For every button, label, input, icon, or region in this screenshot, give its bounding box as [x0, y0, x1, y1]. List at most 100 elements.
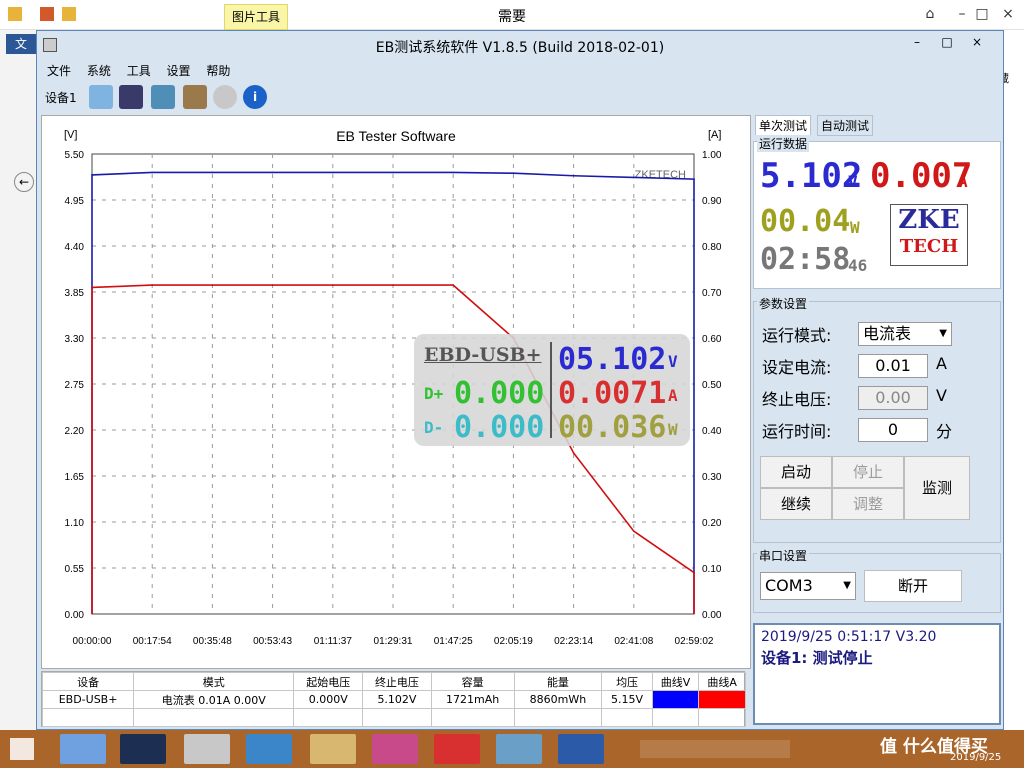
- taskbar-app-icon[interactable]: [496, 734, 542, 764]
- x-tick-label: 01:47:25: [434, 636, 473, 647]
- right-panel: 单次测试 自动测试 5.102 V 0.007 A 00.04 W 02:58 …: [753, 115, 1003, 725]
- col-curve-v: 曲线V: [651, 672, 700, 691]
- right-axis-unit: [A]: [708, 129, 721, 141]
- series-point-v: [452, 171, 455, 174]
- magnifier-icon[interactable]: [213, 85, 237, 109]
- col-capacity: 容量: [430, 672, 515, 691]
- stop-button[interactable]: 停止: [832, 456, 904, 488]
- y-right-tick-label: 0.40: [702, 426, 722, 437]
- y-left-tick-label: 4.95: [65, 196, 85, 207]
- set-current-unit: A: [936, 354, 947, 373]
- taskbar-app-icon[interactable]: [184, 734, 230, 764]
- cell-mode: 电流表 0.01A 0.00V: [133, 690, 295, 709]
- tab-single-test[interactable]: 单次测试: [755, 115, 812, 135]
- series-point-a: [452, 284, 455, 286]
- cell-avg-voltage: 5.15V: [601, 690, 653, 709]
- app-maximize-icon[interactable]: □: [933, 35, 961, 53]
- y-right-tick-label: 0.70: [702, 288, 722, 299]
- series-point-v: [512, 172, 515, 175]
- menu-help[interactable]: 帮助: [206, 61, 230, 81]
- table-row[interactable]: EBD-USB+ 电流表 0.01A 0.00V 0.000V 5.102V 1…: [41, 690, 746, 709]
- image-icon[interactable]: [151, 85, 175, 109]
- menu-tools[interactable]: 工具: [127, 61, 151, 81]
- series-point-v: [693, 178, 695, 180]
- taskbar: 值 什么值得买 2019/9/25: [0, 730, 1024, 768]
- run-time-label: 运行时间:: [762, 422, 832, 441]
- menu-system[interactable]: 系统: [87, 61, 111, 81]
- adjust-button[interactable]: 调整: [832, 488, 904, 520]
- set-current-input[interactable]: 0.01: [858, 354, 928, 378]
- logo-top: ZKE: [898, 205, 960, 235]
- y-left-tick-label: 2.20: [65, 426, 85, 437]
- photoshop-icon[interactable]: [120, 734, 166, 764]
- info-icon[interactable]: i: [243, 85, 267, 109]
- tab-auto-test[interactable]: 自动测试: [817, 115, 874, 136]
- stop-voltage-input[interactable]: 0.00: [858, 386, 928, 410]
- edit-icon[interactable]: [40, 7, 54, 21]
- taskbar-app-icon[interactable]: [434, 734, 480, 764]
- series-point-v: [91, 174, 93, 176]
- disconnect-button[interactable]: 断开: [864, 570, 962, 602]
- com-value: COM3: [765, 576, 813, 595]
- monitor-button[interactable]: 监测: [904, 456, 970, 520]
- eb-app-window: EB测试系统软件 V1.8.5 (Build 2018-02-01) – □ ×…: [36, 30, 1004, 730]
- back-arrow-icon[interactable]: ←: [14, 172, 34, 192]
- dropdown-arrow-icon[interactable]: ▼: [843, 573, 851, 599]
- taskbar-app-icon[interactable]: [372, 734, 418, 764]
- taskbar-date: 2019/9/25: [950, 752, 1002, 763]
- app-title: EB测试系统软件 V1.8.5 (Build 2018-02-01): [375, 40, 665, 56]
- save-icon[interactable]: [119, 85, 143, 109]
- file-explorer-icon[interactable]: [310, 734, 356, 764]
- close-icon[interactable]: ×: [990, 0, 1024, 30]
- cell-curve-v-color[interactable]: [651, 690, 700, 709]
- open-folder-icon[interactable]: [89, 85, 113, 109]
- start-button[interactable]: 启动: [760, 456, 832, 488]
- folder-icon[interactable]: [8, 7, 22, 21]
- x-tick-label: 00:00:00: [73, 636, 112, 647]
- device-selector[interactable]: 设备1: [45, 89, 77, 106]
- y-right-tick-label: 0.20: [702, 518, 722, 529]
- lcd-overlay: EBD-USB+ D+ 0.000 D- 0.000 05.102 V 0.00…: [414, 334, 690, 446]
- y-left-tick-label: 0.00: [65, 610, 85, 621]
- y-left-tick-label: 0.55: [65, 564, 85, 575]
- series-point-v: [392, 171, 394, 174]
- run-power-unit: W: [850, 218, 860, 237]
- run-time-input[interactable]: 0: [858, 418, 928, 442]
- taskbar-app-icon[interactable]: [246, 734, 292, 764]
- y-left-tick-label: 1.10: [65, 518, 85, 529]
- app-minimize-icon[interactable]: –: [903, 35, 931, 53]
- x-tick-label: 02:41:08: [614, 636, 653, 647]
- tools-icon[interactable]: [183, 85, 207, 109]
- file-tab[interactable]: 文: [6, 34, 36, 54]
- run-power: 00.04: [760, 204, 851, 239]
- app-close-icon[interactable]: ×: [963, 35, 991, 53]
- y-right-tick-label: 0.60: [702, 334, 722, 345]
- series-point-v: [332, 171, 334, 174]
- dropdown-arrow-icon[interactable]: ▼: [939, 323, 947, 345]
- menu-settings[interactable]: 设置: [167, 61, 191, 81]
- menu-file[interactable]: 文件: [47, 61, 71, 81]
- picture-tools-tab[interactable]: 图片工具: [224, 4, 288, 30]
- restore-icon[interactable]: ⌂: [912, 0, 948, 30]
- folder-icon[interactable]: [62, 7, 76, 21]
- continue-button[interactable]: 继续: [760, 488, 832, 520]
- col-energy: 能量: [513, 672, 603, 691]
- lcd-voltage-unit: V: [668, 352, 678, 371]
- windows-start-icon[interactable]: [10, 738, 34, 760]
- word-icon[interactable]: [558, 734, 604, 764]
- series-point-a: [693, 571, 695, 574]
- summary-table: 设备 模式 起始电压 终止电压 容量 能量 均压 曲线V 曲线A EBD-USB…: [41, 671, 746, 727]
- taskbar-app-icon[interactable]: [60, 734, 106, 764]
- x-tick-label: 02:23:14: [554, 636, 593, 647]
- col-curve-a: 曲线A: [698, 672, 746, 691]
- run-data-title: 运行数据: [757, 135, 810, 152]
- status-box: 2019/9/25 0:51:17 V3.20 设备1: 测试停止: [753, 623, 1001, 725]
- tray-icons[interactable]: [640, 740, 790, 758]
- run-time-unit: 分: [936, 422, 953, 441]
- com-select[interactable]: COM3 ▼: [760, 572, 856, 600]
- col-mode: 模式: [133, 672, 295, 691]
- lcd-voltage: 05.102: [558, 342, 667, 377]
- col-avg-voltage: 均压: [601, 672, 653, 691]
- mode-select[interactable]: 电流表 ▼: [858, 322, 952, 346]
- cell-curve-a-color[interactable]: [698, 690, 746, 709]
